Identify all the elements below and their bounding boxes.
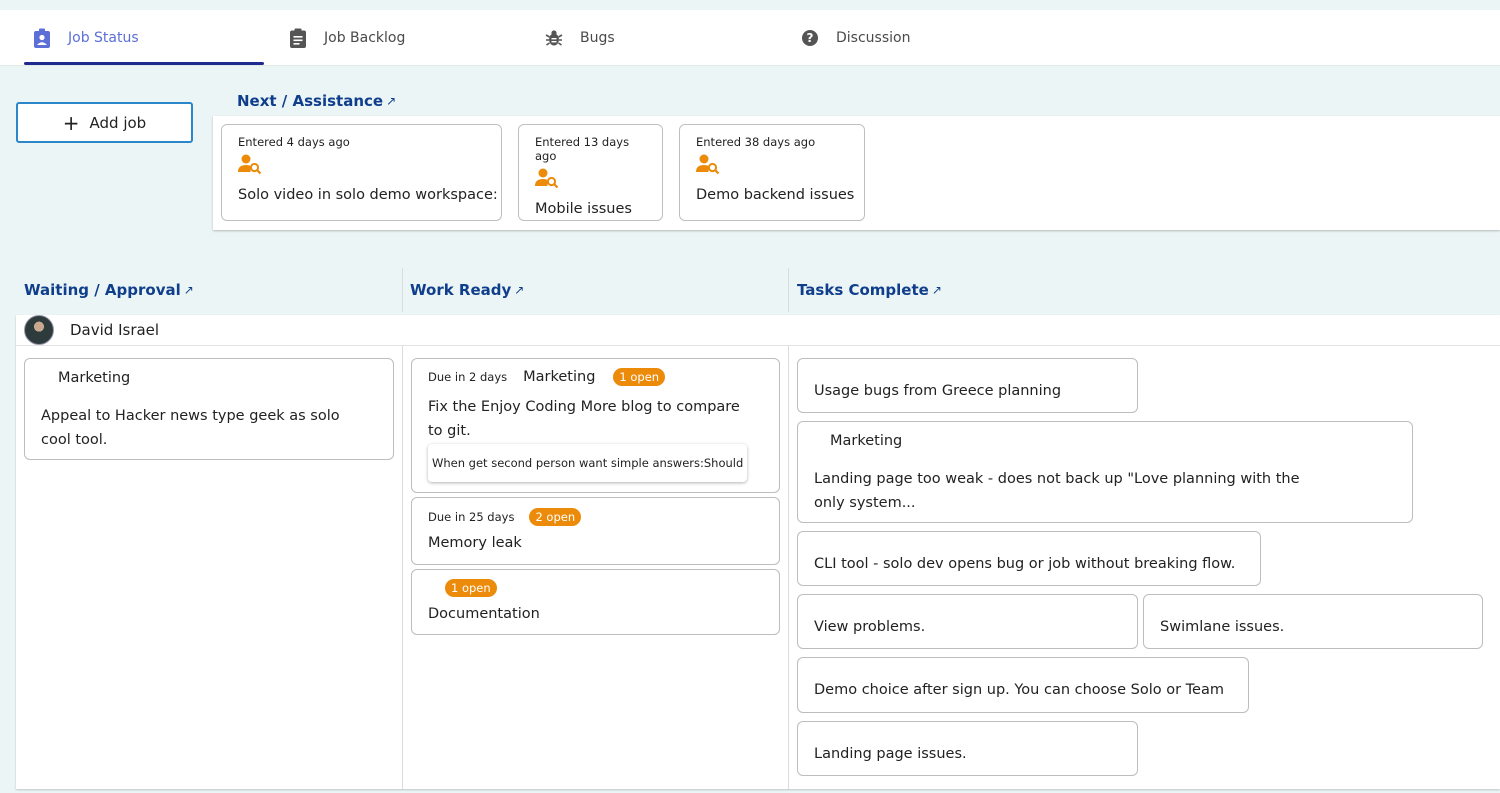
column-header-work-ready: Work Ready ↗ bbox=[410, 268, 524, 312]
column-divider bbox=[788, 346, 789, 789]
job-card[interactable]: Due in 2 days Marketing 1 open Fix the E… bbox=[411, 358, 780, 493]
clipboard-icon bbox=[288, 28, 308, 48]
assistance-card[interactable]: Entered 13 days ago Mobile issues bbox=[518, 124, 663, 221]
external-arrow-icon: ↗ bbox=[514, 283, 525, 297]
column-header-waiting: Waiting / Approval ↗ bbox=[24, 268, 194, 312]
tab-label: Bugs bbox=[580, 30, 615, 46]
assistance-card-title: Demo backend issues bbox=[696, 187, 855, 203]
job-card[interactable]: Due in 25 days 2 open Memory leak bbox=[411, 497, 780, 565]
tab-bar: Job Status Job Backlog Bugs ? Discussion bbox=[0, 10, 1500, 66]
task-card[interactable]: CLI tool - solo dev opens bug or job wit… bbox=[797, 531, 1261, 586]
assistance-card-title: Mobile issues bbox=[535, 201, 632, 217]
job-title: Memory leak bbox=[428, 535, 522, 551]
external-arrow-icon: ↗ bbox=[386, 94, 397, 108]
task-card[interactable]: Usage bugs from Greece planning bbox=[797, 358, 1138, 413]
waiting-approval-link[interactable]: Waiting / Approval ↗ bbox=[24, 281, 194, 299]
person-search-icon bbox=[696, 153, 848, 177]
assistance-panel: Entered 4 days ago Solo video in solo de… bbox=[213, 116, 1500, 230]
task-title: Landing page issues. bbox=[814, 746, 967, 762]
assistance-card[interactable]: Entered 38 days ago Demo backend issues bbox=[679, 124, 865, 221]
tasks-complete-link[interactable]: Tasks Complete ↗ bbox=[797, 281, 942, 299]
task-title: Landing page too weak - does not back up… bbox=[814, 471, 1300, 511]
job-title: Documentation bbox=[428, 606, 540, 622]
column-header-tasks-complete: Tasks Complete ↗ bbox=[797, 268, 942, 312]
badge-icon bbox=[32, 28, 52, 48]
svg-text:?: ? bbox=[807, 31, 814, 45]
column-divider bbox=[402, 346, 403, 789]
person-search-icon bbox=[535, 167, 646, 191]
due-date: Due in 25 days bbox=[428, 510, 515, 524]
job-title: Appeal to Hacker news type geek as solo … bbox=[41, 408, 340, 448]
task-card[interactable]: Swimlane issues. bbox=[1143, 594, 1483, 649]
user-swimlane-header: David Israel bbox=[16, 315, 1500, 346]
user-name: David Israel bbox=[70, 321, 160, 339]
assistance-card[interactable]: Entered 4 days ago Solo video in solo de… bbox=[221, 124, 502, 221]
task-title: Usage bugs from Greece planning bbox=[814, 383, 1062, 399]
task-title: Swimlane issues. bbox=[1160, 619, 1285, 635]
add-job-button[interactable]: + Add job bbox=[16, 102, 193, 143]
external-arrow-icon: ↗ bbox=[931, 283, 942, 297]
tab-job-backlog[interactable]: Job Backlog bbox=[288, 10, 405, 66]
column-title: Tasks Complete bbox=[797, 281, 929, 299]
entered-date: Entered 13 days ago bbox=[535, 135, 630, 163]
add-job-label: Add job bbox=[89, 113, 147, 132]
entered-date: Entered 4 days ago bbox=[238, 135, 350, 149]
tab-discussion[interactable]: ? Discussion bbox=[800, 10, 910, 66]
active-tab-indicator bbox=[24, 62, 264, 65]
task-title: Demo choice after sign up. You can choos… bbox=[814, 682, 1224, 698]
avatar[interactable] bbox=[24, 315, 54, 345]
column-title: Work Ready bbox=[410, 281, 512, 299]
column-divider bbox=[402, 268, 403, 312]
job-card[interactable]: 1 open Documentation bbox=[411, 569, 780, 635]
assistance-title: Next / Assistance bbox=[237, 92, 384, 110]
task-card[interactable]: View problems. bbox=[797, 594, 1138, 649]
task-title: CLI tool - solo dev opens bug or job wit… bbox=[814, 556, 1236, 572]
task-title: View problems. bbox=[814, 619, 926, 635]
tab-bugs[interactable]: Bugs bbox=[544, 10, 615, 66]
entered-date: Entered 38 days ago bbox=[696, 135, 816, 149]
swimlane-board: David Israel Marketing Appeal to Hacker … bbox=[16, 315, 1500, 789]
open-count-badge: 1 open bbox=[445, 579, 497, 597]
due-date: Due in 2 days bbox=[428, 370, 508, 384]
help-icon: ? bbox=[800, 28, 820, 48]
column-divider bbox=[788, 268, 789, 312]
assistance-section-link[interactable]: Next / Assistance ↗ bbox=[237, 92, 396, 110]
bug-icon bbox=[544, 28, 564, 48]
job-card[interactable]: Marketing Appeal to Hacker news type gee… bbox=[24, 358, 394, 460]
open-count-badge: 1 open bbox=[613, 368, 666, 386]
job-tag: Marketing bbox=[523, 369, 596, 385]
assistance-card-title: Solo video in solo demo workspace: bbox=[238, 187, 498, 203]
column-title: Waiting / Approval bbox=[24, 281, 181, 299]
job-title: Fix the Enjoy Coding More blog to compar… bbox=[428, 399, 740, 439]
person-search-icon bbox=[238, 153, 485, 177]
task-card[interactable]: Landing page issues. bbox=[797, 721, 1138, 776]
plus-icon: + bbox=[62, 110, 80, 135]
task-tag: Marketing bbox=[830, 433, 903, 449]
open-count-badge: 2 open bbox=[529, 508, 582, 526]
external-arrow-icon: ↗ bbox=[183, 283, 194, 297]
tab-job-status[interactable]: Job Status bbox=[32, 10, 139, 66]
discussion-note[interactable]: When get second person want simple answe… bbox=[428, 444, 747, 482]
tab-label: Job Status bbox=[68, 30, 139, 46]
job-tag: Marketing bbox=[58, 370, 131, 386]
task-card[interactable]: Demo choice after sign up. You can choos… bbox=[797, 657, 1249, 713]
task-card[interactable]: Marketing Landing page too weak - does n… bbox=[797, 421, 1413, 523]
tab-label: Discussion bbox=[836, 30, 911, 46]
tab-label: Job Backlog bbox=[324, 30, 406, 46]
work-ready-link[interactable]: Work Ready ↗ bbox=[410, 281, 524, 299]
